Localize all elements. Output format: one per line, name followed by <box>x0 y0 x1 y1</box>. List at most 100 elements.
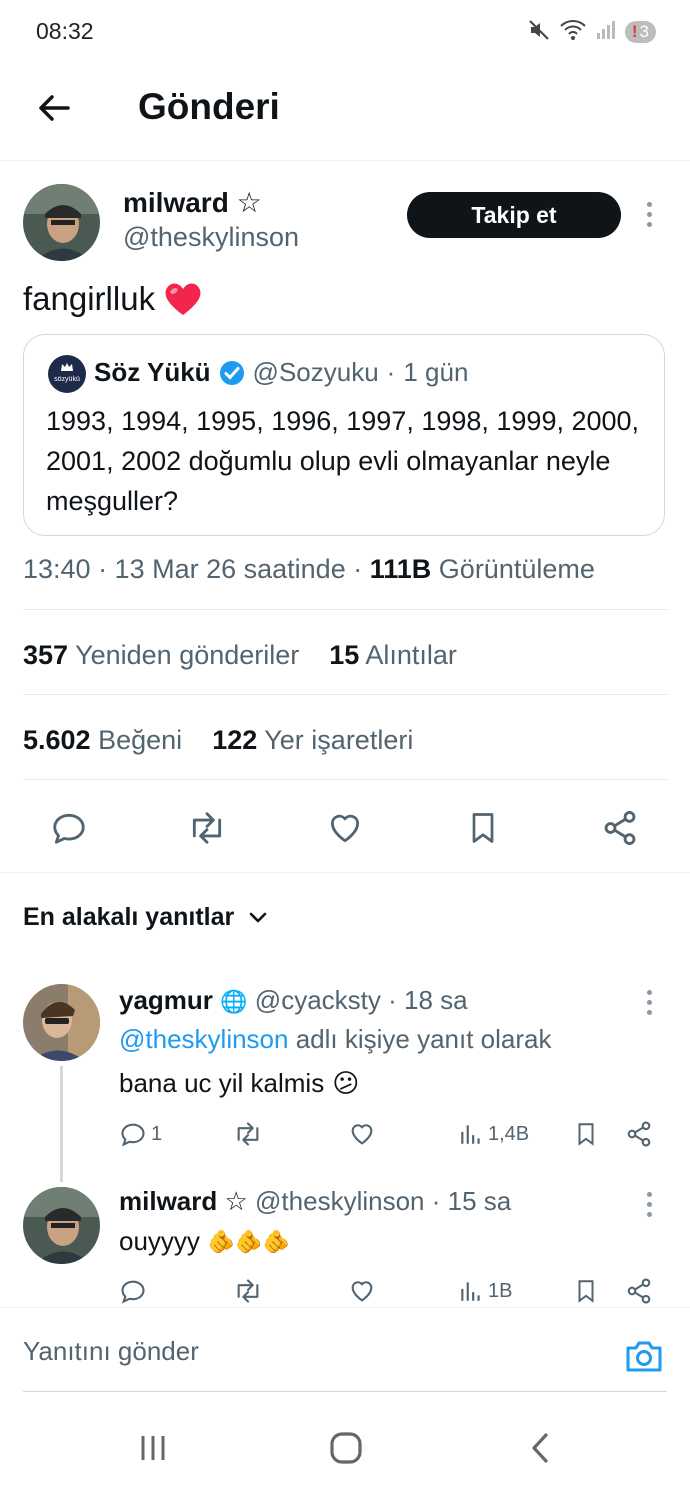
reply-like-button[interactable] <box>348 1119 376 1149</box>
reply-bookmark-button[interactable] <box>573 1276 599 1306</box>
repost-button[interactable] <box>185 806 229 850</box>
bookmark-icon <box>578 1123 594 1146</box>
home-icon <box>330 1432 362 1464</box>
bookmarks-stat[interactable]: 122 Yer işaretleri <box>212 725 413 755</box>
reply-text: bana uc yil kalmis <box>119 1068 325 1098</box>
reply-time: · 18 sa <box>388 985 468 1015</box>
globe-badge-icon: 🌐 <box>220 989 248 1014</box>
reply-more-options-icon[interactable] <box>647 990 652 1015</box>
reply-avatar[interactable] <box>23 984 100 1061</box>
share-icon <box>627 1278 651 1304</box>
reply-more-options-icon[interactable] <box>647 1192 652 1217</box>
quoted-tweet-card[interactable]: sözyükü Söz Yükü @Sozyuku · 1 gün 1993, … <box>23 334 665 536</box>
home-button[interactable] <box>322 1424 370 1472</box>
star-badge-icon: ☆ <box>236 187 262 218</box>
reply-body: bana uc yil kalmis 😕 <box>119 1068 359 1099</box>
reply-reply-button[interactable]: 1 <box>119 1119 162 1149</box>
recent-apps-button[interactable] <box>129 1424 177 1472</box>
repost-icon <box>237 1122 259 1146</box>
reply-bookmark-button[interactable] <box>573 1119 599 1149</box>
reply-time: · 15 sa <box>431 1186 512 1216</box>
reply-author-name[interactable]: yagmur <box>119 985 213 1015</box>
reply-text: ouyyyy <box>119 1226 200 1256</box>
reply-header: yagmur 🌐 @cyacksty · 18 sa <box>119 985 468 1016</box>
reply-icon <box>53 813 85 844</box>
bookmark-button[interactable] <box>461 806 505 850</box>
divider <box>23 694 667 695</box>
share-icon <box>627 1121 651 1147</box>
author-name: milward <box>123 187 229 218</box>
divider <box>23 1391 667 1392</box>
heart-emoji-icon <box>165 283 201 315</box>
reply-button[interactable] <box>47 806 91 850</box>
quotes-stat[interactable]: 15 Alıntılar <box>329 640 457 670</box>
author-avatar[interactable] <box>23 184 100 261</box>
author-name-row[interactable]: milward ☆ <box>123 186 262 219</box>
status-icons: ! 3 <box>527 19 656 45</box>
like-button[interactable] <box>323 806 367 850</box>
quote-author-name: Söz Yükü <box>94 357 211 387</box>
divider <box>0 872 690 873</box>
heart-icon <box>330 814 360 843</box>
reposts-stat[interactable]: 357 Yeniden gönderiler <box>23 640 299 670</box>
crown-icon <box>61 363 73 371</box>
back-button[interactable] <box>28 85 80 131</box>
pointing-emoji: 🫵🫵🫵 <box>207 1228 291 1254</box>
chevron-down-icon <box>249 912 267 922</box>
tweet-text: fangirlluk <box>23 280 156 317</box>
views-count: 111B <box>369 554 432 584</box>
views-count: 1,4B <box>488 1122 530 1145</box>
share-button[interactable] <box>598 806 642 850</box>
bookmarks-label: Yer işaretleri <box>264 725 414 755</box>
reply-author-name[interactable]: milward <box>119 1186 217 1216</box>
signal-icon <box>595 19 617 46</box>
page-title: Gönderi <box>138 86 280 127</box>
reply-reply-button[interactable] <box>119 1276 147 1306</box>
reply-icon <box>121 1123 145 1147</box>
reply-views-button[interactable]: 1,4B <box>458 1119 529 1149</box>
quotes-label: Alıntılar <box>365 640 457 670</box>
replies-sort-label: En alakalı yanıtlar <box>23 903 235 931</box>
likes-stat[interactable]: 5.602 Beğeni <box>23 725 182 755</box>
reply-repost-button[interactable] <box>232 1119 264 1149</box>
alert-mark: ! <box>631 22 638 41</box>
reply-views-button[interactable]: 1B <box>458 1276 512 1306</box>
mute-icon <box>527 18 551 47</box>
notification-badge: ! 3 <box>624 21 656 43</box>
reply-avatar[interactable] <box>23 1187 100 1264</box>
reply-icon <box>121 1280 145 1304</box>
quote-time: 1 gün <box>403 357 469 387</box>
views-label: Görüntüleme <box>438 554 595 584</box>
more-options-icon[interactable] <box>647 202 652 227</box>
reply-like-button[interactable] <box>348 1276 376 1306</box>
quote-text: 1993, 1994, 1995, 1996, 1997, 1998, 1999… <box>46 406 640 516</box>
arrow-left-icon <box>39 95 70 121</box>
verified-badge-icon <box>219 360 244 385</box>
quote-avatar-text: sözyükü <box>54 375 80 383</box>
reply-to-mention[interactable]: @theskylinson <box>119 1024 288 1054</box>
replies-sort-dropdown[interactable]: En alakalı yanıtlar <box>23 903 268 932</box>
heart-icon <box>351 1281 373 1302</box>
system-back-button[interactable] <box>516 1424 564 1472</box>
reply-input[interactable] <box>23 1336 583 1367</box>
reply-context: @theskylinson adlı kişiye yanıt olarak <box>119 1024 552 1055</box>
camera-icon <box>626 1341 662 1372</box>
author-handle[interactable]: @theskylinson <box>123 222 299 253</box>
bookmarks-count: 122 <box>212 725 258 755</box>
bookmark-icon <box>472 813 494 843</box>
divider <box>23 779 667 780</box>
quote-header: Söz Yükü @Sozyuku · 1 gün <box>94 357 468 388</box>
stats-row-1: 357 Yeniden gönderiler 15 Alıntılar <box>23 640 457 671</box>
follow-button[interactable]: Takip et <box>407 192 621 238</box>
camera-button[interactable] <box>621 1333 667 1379</box>
reply-to-suffix: adlı kişiye yanıt olarak <box>288 1024 552 1054</box>
status-time: 08:32 <box>36 18 94 44</box>
reply-handle[interactable]: @cyacksty <box>255 985 381 1015</box>
bookmark-icon <box>578 1280 594 1303</box>
reply-repost-button[interactable] <box>232 1276 264 1306</box>
analytics-icon <box>461 1282 480 1301</box>
header-divider <box>0 160 690 161</box>
reply-share-button[interactable] <box>625 1119 653 1149</box>
reply-handle[interactable]: @theskylinson <box>255 1186 424 1216</box>
reply-share-button[interactable] <box>625 1276 653 1306</box>
